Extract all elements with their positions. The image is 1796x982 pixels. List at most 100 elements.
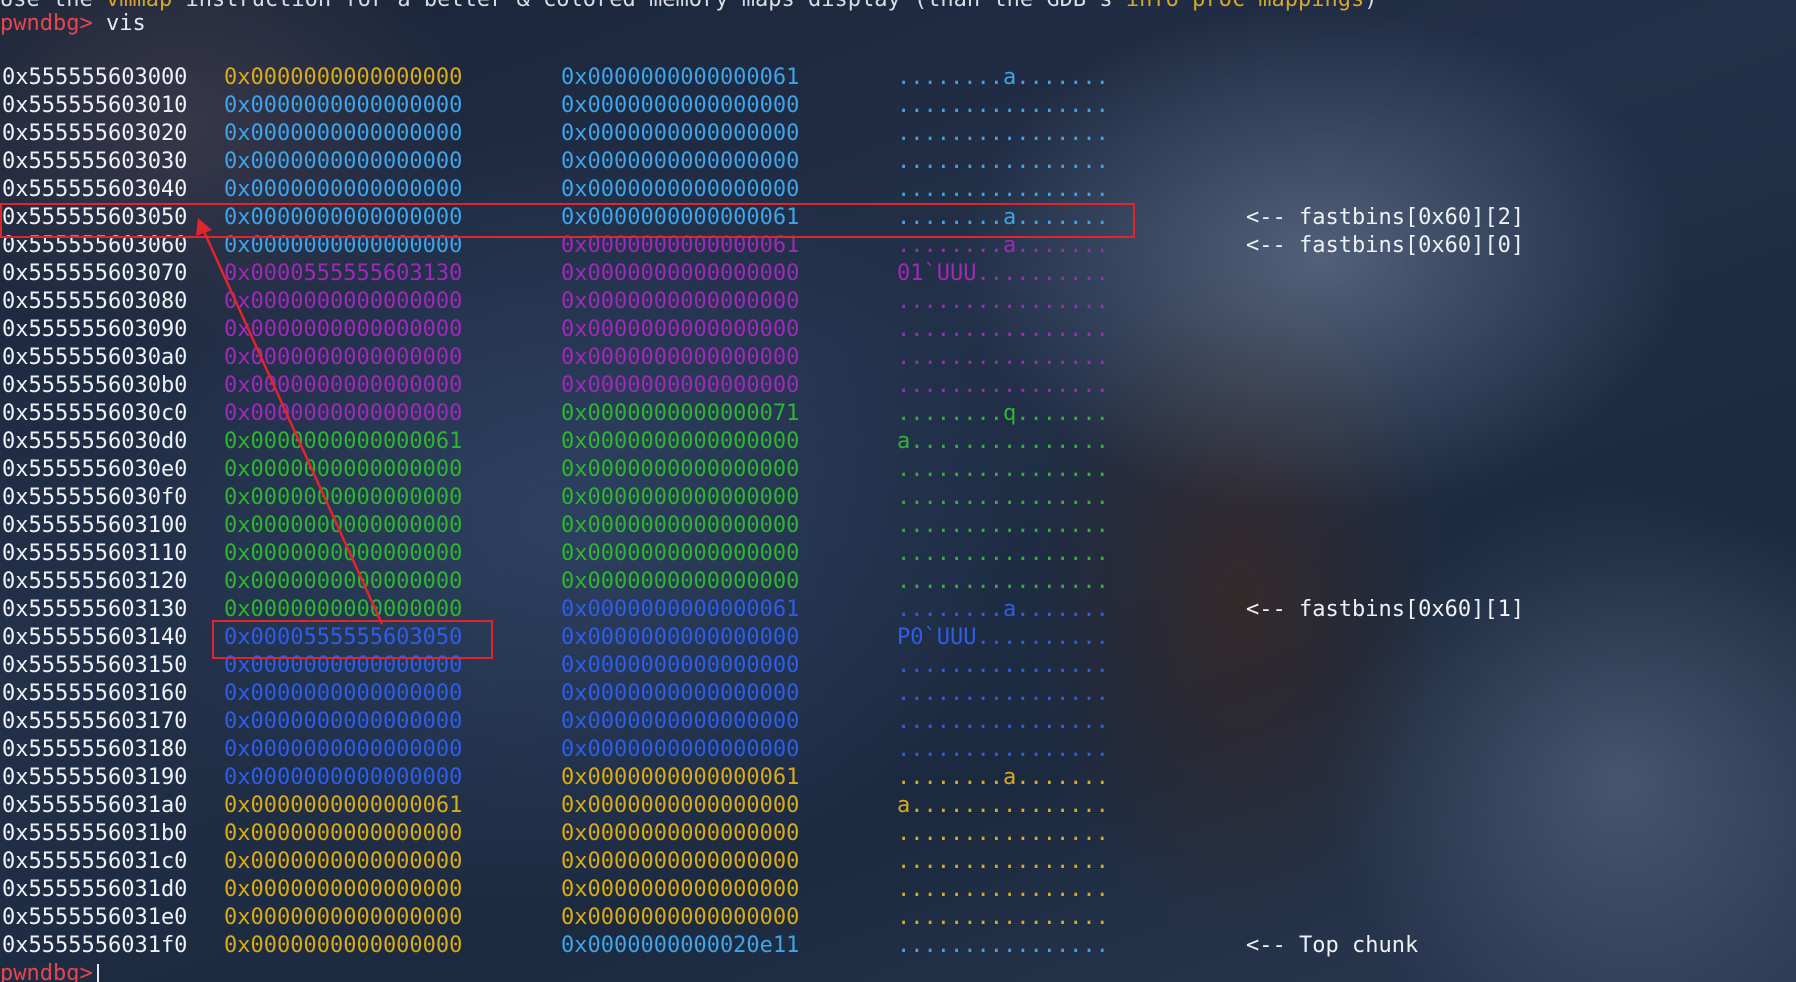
heap-row: 0x5555556031a0 0x0000000000000061 0x000000…: [0, 792, 1796, 820]
row-qword-1: 0x0000000000000000: [224, 65, 463, 90]
row-ascii: a...............: [897, 429, 1109, 454]
heap-row: 0x555555603010 0x0000000000000000 0x000000…: [0, 92, 1796, 120]
row-annotation: <-- fastbins[0x60][0]: [1246, 233, 1525, 258]
row-qword-1: 0x0000000000000000: [224, 709, 463, 734]
heap-row: 0x555555603120 0x0000000000000000 0x000000…: [0, 568, 1796, 596]
row-qword-1: 0x0000000000000000: [224, 765, 463, 790]
row-address: 0x5555556031e0: [2, 905, 188, 930]
row-address: 0x5555556030b0: [2, 373, 188, 398]
row-qword-1: 0x0000000000000000: [224, 653, 463, 678]
row-qword-1: 0x0000555555603130: [224, 261, 463, 286]
heap-row: 0x5555556031f0 0x0000000000000000 0x000000…: [0, 932, 1796, 960]
row-qword-2: 0x0000000000000000: [561, 877, 800, 902]
row-ascii: ................: [897, 877, 1109, 902]
row-qword-1: 0x0000000000000000: [224, 877, 463, 902]
row-qword-2: 0x0000000000000000: [561, 541, 800, 566]
row-qword-1: 0x0000000000000000: [224, 513, 463, 538]
row-qword-1: 0x0000000000000000: [224, 821, 463, 846]
row-ascii: ................: [897, 709, 1109, 734]
row-qword-1: 0x0000000000000000: [224, 485, 463, 510]
row-ascii: ................: [897, 541, 1109, 566]
row-qword-1: 0x0000000000000000: [224, 149, 463, 174]
row-qword-1: 0x0000000000000000: [224, 345, 463, 370]
row-address: 0x555555603100: [2, 513, 188, 538]
row-ascii: ........a.......: [897, 597, 1109, 622]
row-address: 0x555555603060: [2, 233, 188, 258]
row-ascii: ................: [897, 849, 1109, 874]
row-ascii: ................: [897, 569, 1109, 594]
heap-row: 0x555555603100 0x0000000000000000 0x000000…: [0, 512, 1796, 540]
heap-row: 0x555555603090 0x0000000000000000 0x000000…: [0, 316, 1796, 344]
row-ascii: ................: [897, 737, 1109, 762]
prev-suffix: ): [1364, 0, 1377, 12]
row-qword-2: 0x0000000000000071: [561, 401, 800, 426]
row-address: 0x5555556031d0: [2, 877, 188, 902]
command-line: pwndbg> vis: [0, 10, 146, 38]
row-qword-2: 0x0000000000000000: [561, 345, 800, 370]
row-address: 0x555555603080: [2, 289, 188, 314]
row-ascii: ........a.......: [897, 233, 1109, 258]
row-ascii: ................: [897, 93, 1109, 118]
row-qword-1: 0x0000000000000061: [224, 429, 463, 454]
row-address: 0x555555603040: [2, 177, 188, 202]
prompt-label: pwndbg>: [0, 11, 93, 36]
row-qword-2: 0x0000000000020e11: [561, 933, 800, 958]
heap-row: 0x555555603020 0x0000000000000000 0x000000…: [0, 120, 1796, 148]
row-annotation: <-- fastbins[0x60][1]: [1246, 597, 1525, 622]
row-ascii: ................: [897, 933, 1109, 958]
heap-row: 0x555555603130 0x0000000000000000 0x000000…: [0, 596, 1796, 624]
row-qword-2: 0x0000000000000000: [561, 709, 800, 734]
row-qword-2: 0x0000000000000000: [561, 177, 800, 202]
row-ascii: ................: [897, 457, 1109, 482]
row-qword-2: 0x0000000000000000: [561, 625, 800, 650]
row-qword-1: 0x0000000000000000: [224, 205, 463, 230]
heap-row: 0x5555556031e0 0x0000000000000000 0x000000…: [0, 904, 1796, 932]
row-ascii: ................: [897, 121, 1109, 146]
row-ascii: ................: [897, 905, 1109, 930]
row-qword-1: 0x0000000000000000: [224, 569, 463, 594]
row-qword-1: 0x0000000000000000: [224, 933, 463, 958]
row-ascii: ................: [897, 821, 1109, 846]
row-address: 0x555555603180: [2, 737, 188, 762]
row-qword-1: 0x0000000000000000: [224, 373, 463, 398]
row-ascii: ........a.......: [897, 765, 1109, 790]
row-address: 0x555555603110: [2, 541, 188, 566]
row-qword-2: 0x0000000000000000: [561, 513, 800, 538]
heap-row: 0x555555603060 0x0000000000000000 0x000000…: [0, 232, 1796, 260]
row-address: 0x5555556031a0: [2, 793, 188, 818]
row-qword-2: 0x0000000000000000: [561, 821, 800, 846]
row-ascii: a...............: [897, 793, 1109, 818]
row-address: 0x555555603050: [2, 205, 188, 230]
row-address: 0x5555556030d0: [2, 429, 188, 454]
heap-row: 0x5555556031d0 0x0000000000000000 0x000000…: [0, 876, 1796, 904]
row-qword-1: 0x0000000000000000: [224, 121, 463, 146]
row-qword-1: 0x0000555555603050: [224, 625, 463, 650]
row-qword-1: 0x0000000000000000: [224, 849, 463, 874]
row-qword-2: 0x0000000000000000: [561, 849, 800, 874]
row-qword-2: 0x0000000000000061: [561, 765, 800, 790]
next-command-line[interactable]: pwndbg>: [0, 960, 99, 982]
row-qword-1: 0x0000000000000000: [224, 401, 463, 426]
heap-row: 0x5555556031c0 0x0000000000000000 0x000000…: [0, 848, 1796, 876]
row-qword-2: 0x0000000000000000: [561, 261, 800, 286]
row-qword-1: 0x0000000000000000: [224, 289, 463, 314]
command-text: vis: [105, 11, 146, 36]
row-address: 0x555555603130: [2, 597, 188, 622]
terminal-window[interactable]: Use the vmmap instruction for a better &…: [0, 0, 1796, 982]
row-annotation: <-- Top chunk: [1246, 933, 1419, 958]
previous-output-line: Use the vmmap instruction for a better &…: [0, 0, 1378, 14]
heap-row: 0x5555556030a0 0x0000000000000000 0x000000…: [0, 344, 1796, 372]
row-address: 0x555555603010: [2, 93, 188, 118]
row-qword-2: 0x0000000000000000: [561, 457, 800, 482]
row-ascii: ........q.......: [897, 401, 1109, 426]
row-ascii: ................: [897, 177, 1109, 202]
row-qword-2: 0x0000000000000000: [561, 653, 800, 678]
row-address: 0x555555603140: [2, 625, 188, 650]
heap-row: 0x5555556031b0 0x0000000000000000 0x000000…: [0, 820, 1796, 848]
row-address: 0x555555603190: [2, 765, 188, 790]
heap-row: 0x555555603180 0x0000000000000000 0x000000…: [0, 736, 1796, 764]
row-address: 0x5555556031b0: [2, 821, 188, 846]
row-qword-2: 0x0000000000000000: [561, 681, 800, 706]
row-annotation: <-- fastbins[0x60][2]: [1246, 205, 1525, 230]
row-qword-1: 0x0000000000000000: [224, 737, 463, 762]
